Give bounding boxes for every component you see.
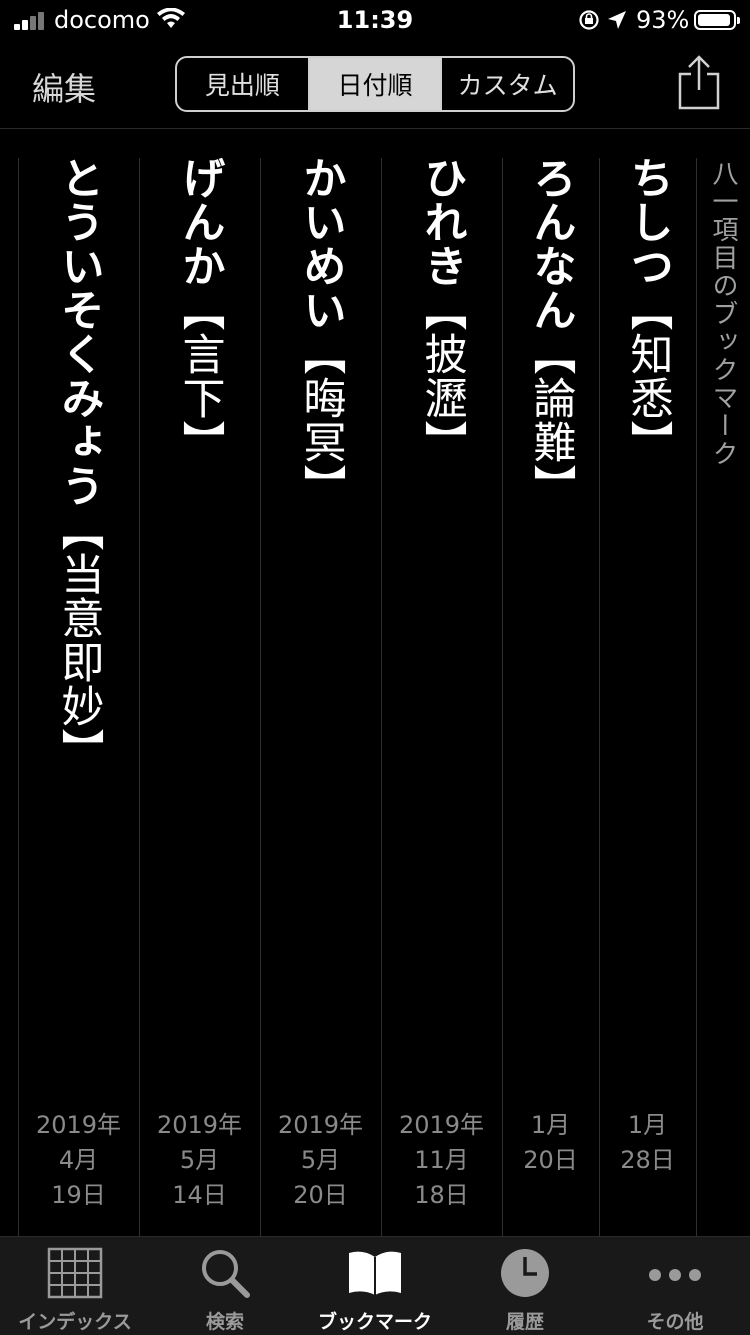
entry-kanji: 【晦冥】 bbox=[296, 332, 346, 508]
share-icon[interactable] bbox=[676, 54, 722, 112]
sort-segmented-control: 見出順 日付順 カスタム bbox=[175, 56, 575, 112]
tab-label: インデックス bbox=[18, 1311, 132, 1333]
tab-history[interactable]: 履歴 bbox=[450, 1237, 600, 1335]
column-divider bbox=[18, 158, 19, 1236]
more-icon bbox=[649, 1269, 701, 1281]
date-day: 28日 bbox=[620, 1146, 675, 1174]
tab-index[interactable]: インデックス bbox=[0, 1237, 150, 1335]
date-day: 14日 bbox=[172, 1181, 227, 1209]
battery-percent: 93% bbox=[636, 6, 690, 34]
entry-reading: とういそくみょう bbox=[54, 156, 104, 508]
book-icon bbox=[349, 1251, 401, 1295]
column-divider bbox=[139, 158, 140, 1236]
column-divider bbox=[599, 158, 600, 1236]
column-divider bbox=[696, 158, 697, 1236]
tab-label: 履歴 bbox=[505, 1311, 544, 1333]
entry-kanji: 【披瀝】 bbox=[417, 288, 467, 464]
tab-label: 検索 bbox=[205, 1311, 244, 1333]
date-year: 2019年 bbox=[156, 1111, 243, 1139]
clock-icon bbox=[501, 1249, 549, 1297]
segment-date-order[interactable]: 日付順 bbox=[307, 58, 441, 110]
entry-reading: かいめい bbox=[296, 156, 346, 332]
tab-bar: インデックス 検索 ブックマーク 履歴 その他 bbox=[0, 1236, 750, 1335]
bookmark-entry-touisokumyou[interactable]: とういそくみょう【当意即妙】 bbox=[34, 156, 124, 772]
date-day: 19日 bbox=[51, 1181, 106, 1209]
battery-icon bbox=[694, 10, 740, 30]
date-year: 2019年 bbox=[398, 1111, 485, 1139]
entry-date: 2019年 4月 19日 bbox=[18, 1108, 139, 1213]
entry-reading: ひれき bbox=[417, 156, 467, 288]
bookmark-entry-ronnan[interactable]: ろんなん【論難】 bbox=[506, 156, 596, 508]
bookmark-entry-hireki[interactable]: ひれき【披瀝】 bbox=[397, 156, 487, 464]
edit-button[interactable]: 編集 bbox=[32, 64, 96, 110]
date-month: 4月 bbox=[58, 1146, 99, 1174]
search-icon bbox=[202, 1250, 250, 1298]
grid-icon bbox=[47, 1247, 103, 1299]
status-bar: docomo 11:39 93% bbox=[0, 0, 750, 40]
date-month: 5月 bbox=[179, 1146, 220, 1174]
column-divider bbox=[502, 158, 503, 1236]
entry-reading: げんか bbox=[175, 156, 225, 288]
date-month: 5月 bbox=[300, 1146, 341, 1174]
entry-reading: ちしつ bbox=[623, 156, 673, 288]
tab-more[interactable]: その他 bbox=[600, 1237, 750, 1335]
entry-date: 2019年 11月 18日 bbox=[381, 1108, 502, 1213]
bookmark-entry-chishitsu[interactable]: ちしつ【知悉】 bbox=[603, 156, 693, 464]
tab-label: その他 bbox=[646, 1311, 704, 1333]
bookmark-entry-genka[interactable]: げんか【言下】 bbox=[155, 156, 245, 464]
tab-search[interactable]: 検索 bbox=[150, 1237, 300, 1335]
entry-kanji: 【知悉】 bbox=[623, 288, 673, 464]
bookmark-entry-kaimei[interactable]: かいめい【晦冥】 bbox=[276, 156, 366, 508]
date-month: 11月 bbox=[414, 1146, 469, 1174]
date-year: 2019年 bbox=[277, 1111, 364, 1139]
entry-kanji: 【当意即妙】 bbox=[54, 508, 104, 772]
date-day: 18日 bbox=[414, 1181, 469, 1209]
nav-divider bbox=[0, 128, 750, 129]
column-divider bbox=[381, 158, 382, 1236]
entry-kanji: 【論難】 bbox=[526, 332, 576, 508]
entry-date: 2019年 5月 14日 bbox=[139, 1108, 260, 1213]
date-day: 20日 bbox=[293, 1181, 348, 1209]
tab-label: ブックマーク bbox=[317, 1311, 432, 1333]
segment-custom-order[interactable]: カスタム bbox=[440, 58, 573, 110]
entry-date: 2019年 5月 20日 bbox=[260, 1108, 381, 1213]
entry-reading: ろんなん bbox=[526, 156, 576, 332]
bookmark-count-title: 八一項目のブックマーク bbox=[708, 160, 738, 468]
entry-kanji: 【言下】 bbox=[175, 288, 225, 464]
location-icon bbox=[608, 11, 626, 29]
column-divider bbox=[260, 158, 261, 1236]
date-month: 1月 bbox=[627, 1111, 668, 1139]
rotation-lock-icon bbox=[579, 10, 599, 30]
date-year: 2019年 bbox=[35, 1111, 122, 1139]
segment-heading-order[interactable]: 見出順 bbox=[177, 58, 308, 110]
entry-date: 1月 28日 bbox=[587, 1108, 708, 1178]
tab-bookmarks[interactable]: ブックマーク bbox=[300, 1237, 450, 1335]
